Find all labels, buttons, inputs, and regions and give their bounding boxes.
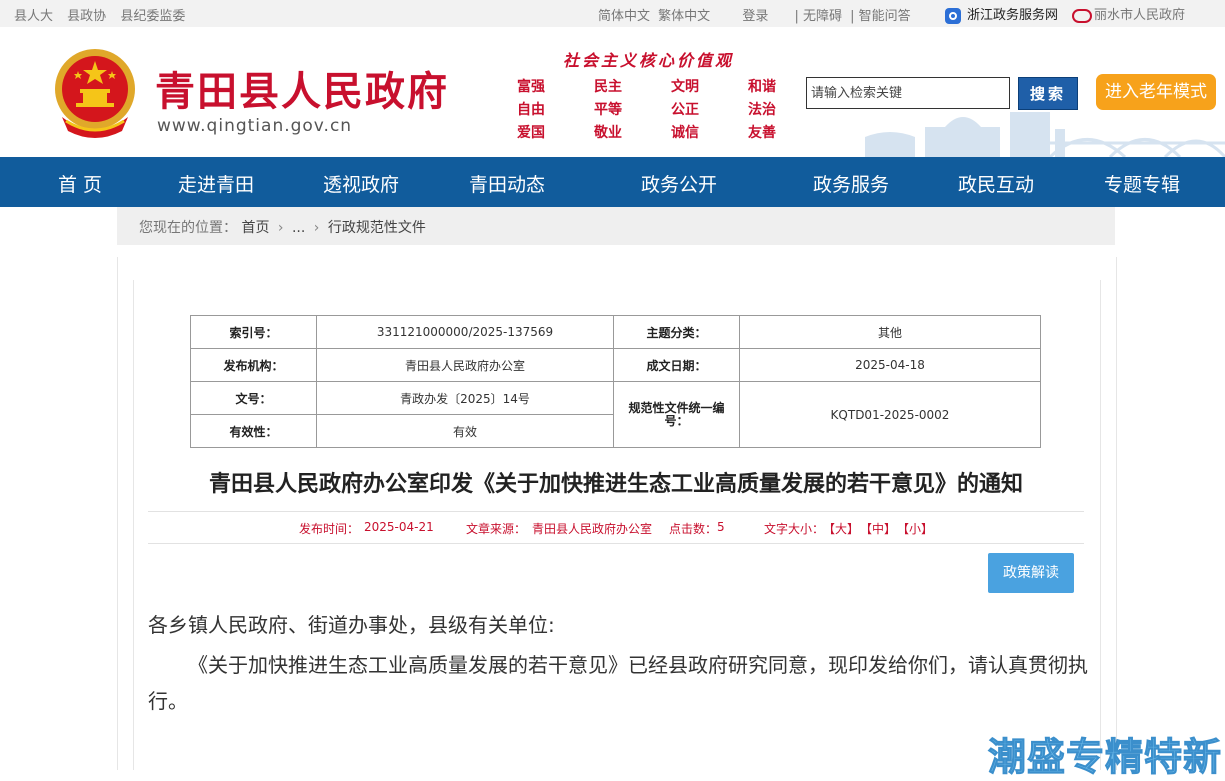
top-utility-bar: 县人大 县政协 县纪委监委 简体中文 繁体中文 登录 | 无障碍 | 智能问答 …: [0, 0, 1225, 27]
lishui-gov-label: 丽水市人民政府: [1094, 8, 1186, 23]
meta-date-label: 成文日期：: [613, 348, 740, 382]
nav-home[interactable]: 首 页: [58, 170, 102, 197]
article-info-bar: 发布时间： 2025-04-21 文章来源： 青田县人民政府办公室 点击数： 5…: [148, 511, 1084, 544]
accessibility-link[interactable]: | 无障碍: [794, 9, 842, 24]
breadcrumb-prefix: 您现在的位置：: [139, 220, 237, 236]
meta-topic-label: 主题分类：: [613, 315, 740, 349]
site-url: www.qingtian.gov.cn: [157, 116, 353, 136]
zhejiang-portal-label: 浙江政务服务网: [967, 8, 1059, 23]
nav-about-qingtian[interactable]: 走进青田: [178, 170, 254, 197]
meta-index-label: 索引号：: [190, 315, 317, 349]
font-small-button[interactable]: 【小】: [897, 520, 933, 537]
nav-special-topics[interactable]: 专题专辑: [1104, 170, 1180, 197]
meta-docno-label: 文号：: [190, 381, 317, 415]
city-skyline-decoration: [865, 112, 1225, 157]
meta-publisher-value: 青田县人民政府办公室: [316, 348, 614, 382]
search-button[interactable]: 搜索: [1018, 77, 1078, 110]
meta-publisher-label: 发布机构：: [190, 348, 317, 382]
link-county-cppcc[interactable]: 县政协: [67, 9, 106, 24]
core-value: 自由: [517, 102, 545, 118]
chevron-right-icon: ›: [277, 220, 284, 236]
breadcrumb-current[interactable]: 行政规范性文件: [328, 220, 426, 236]
font-medium-button[interactable]: 【中】: [860, 520, 896, 537]
core-value: 文明: [671, 79, 699, 95]
link-discipline-commission[interactable]: 县纪委监委: [120, 9, 185, 24]
source-label: 文章来源：: [466, 522, 527, 536]
national-emblem-icon[interactable]: [52, 47, 138, 141]
site-title[interactable]: 青田县人民政府: [155, 59, 449, 117]
meta-code-label: 规范性文件统一编号：: [613, 381, 740, 448]
core-values-grid: 富强 民主 文明 和谐 自由 平等 公正 法治 爱国 敬业 诚信 友善: [517, 77, 787, 144]
font-large-button[interactable]: 【大】: [823, 520, 859, 537]
article-title: 青田县人民政府办公室印发《关于加快推进生态工业高质量发展的若干意见》的通知: [208, 472, 1023, 497]
publish-time-label: 发布时间：: [299, 522, 360, 536]
article-body: 《关于加快推进生态工业高质量发展的若干意见》已经县政府研究同意，现印发给你们，请…: [148, 653, 1088, 713]
link-county-congress[interactable]: 县人大: [14, 9, 53, 24]
policy-interpretation-button[interactable]: 政策解读: [988, 553, 1074, 593]
meta-validity-label: 有效性：: [190, 414, 317, 448]
breadcrumb-ellipsis[interactable]: ...: [292, 220, 305, 236]
nav-services[interactable]: 政务服务: [813, 170, 889, 197]
meta-validity-value: 有效: [316, 414, 614, 448]
core-value: 民主: [594, 79, 622, 95]
search-input[interactable]: [806, 77, 1010, 109]
nav-government[interactable]: 透视政府: [323, 170, 399, 197]
meta-docno-value: 青政办发〔2025〕14号: [316, 381, 614, 415]
core-value: 平等: [594, 102, 622, 118]
zhejiang-portal-icon: [945, 7, 961, 24]
font-size-label: 文字大小：: [764, 522, 825, 536]
breadcrumb-home[interactable]: 首页: [241, 220, 269, 236]
site-header: 青田县人民政府 www.qingtian.gov.cn 社会主义核心价值观 富强…: [0, 27, 1225, 157]
clicks-label: 点击数：: [669, 522, 718, 536]
nav-news[interactable]: 青田动态: [469, 170, 545, 197]
article-salutation: 各乡镇人民政府、街道办事处，县级有关单位:: [148, 613, 555, 637]
clicks-value: 5: [717, 520, 725, 534]
publish-time-value: 2025-04-21: [364, 520, 434, 534]
zhejiang-portal-link[interactable]: 浙江政务服务网: [945, 4, 1058, 24]
core-value: 富强: [517, 79, 545, 95]
elder-mode-button[interactable]: 进入老年模式: [1096, 74, 1216, 110]
simplified-chinese-link[interactable]: 简体中文: [598, 9, 650, 24]
core-value: 诚信: [671, 125, 699, 141]
core-value: 敬业: [594, 125, 622, 141]
lishui-gov-link[interactable]: 丽水市人民政府: [1072, 4, 1185, 23]
smart-qa-link[interactable]: | 智能问答: [850, 9, 911, 24]
traditional-chinese-link[interactable]: 繁体中文: [658, 9, 710, 24]
breadcrumb: 您现在的位置： 首页 › ... › 行政规范性文件: [117, 207, 1115, 245]
meta-index-value: 331121000000/2025-137569: [316, 315, 614, 349]
core-value: 爱国: [517, 125, 545, 141]
document-metadata-table: 索引号： 331121000000/2025-137569 主题分类： 其他 发…: [190, 315, 1041, 448]
meta-topic-value: 其他: [739, 315, 1041, 349]
meta-date-value: 2025-04-18: [739, 348, 1041, 382]
login-link[interactable]: 登录: [742, 9, 768, 24]
watermark-text: 潮盛专精特新: [987, 735, 1223, 780]
core-values-title: 社会主义核心价值观: [563, 51, 735, 70]
source-value: 青田县人民政府办公室: [532, 522, 653, 536]
nav-interaction[interactable]: 政民互动: [958, 170, 1034, 197]
top-left-links: 县人大 县政协 县纪委监委: [14, 5, 195, 24]
core-value: 友善: [748, 125, 776, 141]
main-nav: 首 页 走进青田 透视政府 青田动态 政务公开 政务服务 政民互动 专题专辑: [0, 157, 1225, 207]
meta-code-value: KQTD01-2025-0002: [739, 381, 1041, 448]
top-right-links: 简体中文 繁体中文 登录 | 无障碍 | 智能问答: [598, 5, 915, 24]
chevron-right-icon: ›: [313, 220, 320, 236]
lishui-logo-icon: [1072, 8, 1092, 23]
nav-open-government[interactable]: 政务公开: [641, 170, 717, 197]
core-value: 公正: [671, 102, 699, 118]
